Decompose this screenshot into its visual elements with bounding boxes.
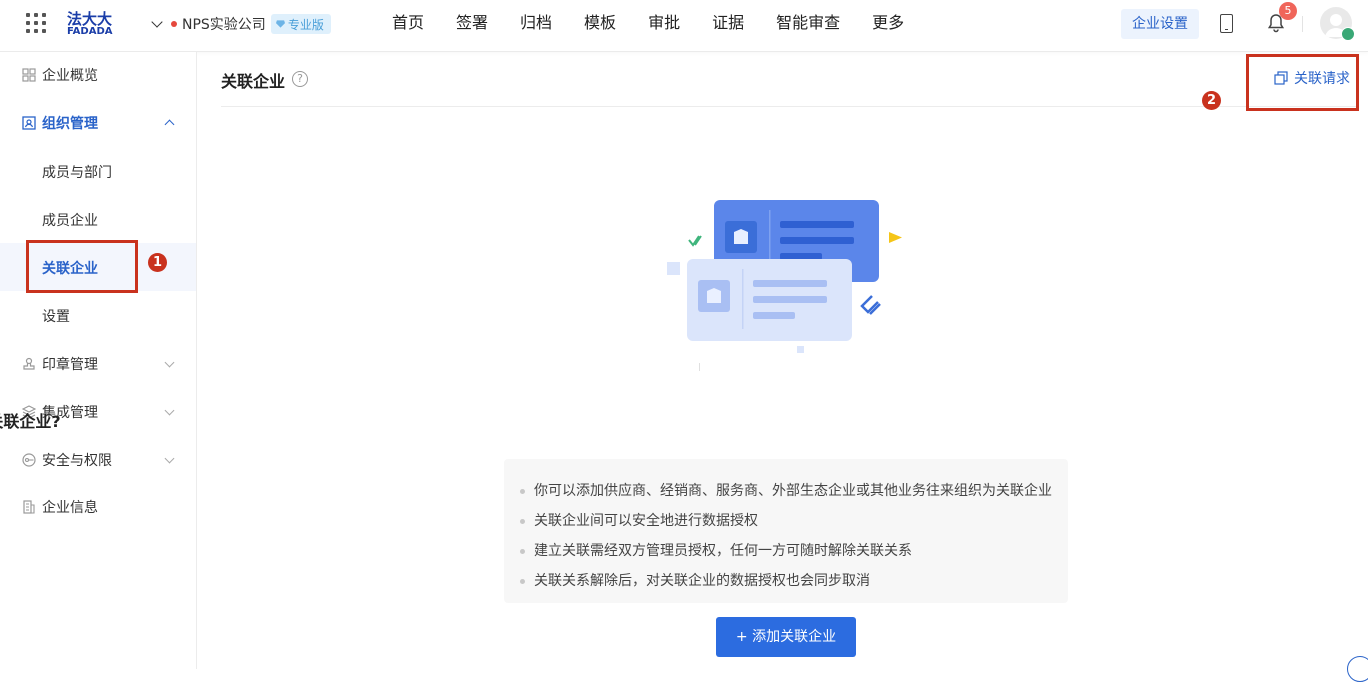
top-header: 法大大 FADADA NPS实验公司 专业版 首页 签署 归档 模板 审批 证据… [0,0,1368,52]
annotation-number-1: 1 [148,253,167,272]
nav-approval[interactable]: 审批 [648,0,680,46]
diamond-icon [275,20,285,28]
security-icon [22,453,36,467]
help-icon[interactable]: ? [292,71,308,87]
sidebar-item-label: 设置 [42,309,70,325]
nav-sign[interactable]: 签署 [456,0,488,46]
annotation-box-2 [1246,54,1359,111]
company-name: NPS实验公司 [182,17,266,33]
sidebar-item-label: 成员企业 [42,213,98,229]
sidebar-item-member-companies[interactable]: 成员企业 [0,195,196,243]
nav-evidence[interactable]: 证据 [712,0,744,46]
info-line: 你可以添加供应商、经销商、服务商、外部生态企业或其他业务往来组织为关联企业 [520,476,1052,506]
building-icon [23,500,35,514]
nav-template[interactable]: 模板 [584,0,616,46]
sidebar-item-label: 安全与权限 [42,453,112,469]
sidebar-item-label: 成员与部门 [42,165,112,181]
info-line: 关联关系解除后，对关联企业的数据授权也会同步取消 [520,566,1052,596]
nav-more[interactable]: 更多 [872,0,904,46]
seal-icon [23,357,35,370]
app-grid-icon[interactable] [26,13,46,33]
enterprise-settings-button[interactable]: 企业设置 [1121,9,1199,39]
page-title: 关联企业 [221,72,286,91]
chevron-down-icon [151,16,163,28]
info-line: 关联企业间可以安全地进行数据授权 [520,506,1052,536]
annotation-box-1 [26,240,138,293]
sidebar-item-label: 印章管理 [42,357,98,373]
sidebar-item-org[interactable]: 组织管理 [0,101,196,145]
sidebar-item-label: 组织管理 [42,116,98,132]
mobile-icon[interactable] [1220,14,1233,33]
sidebar-item-label: 企业概览 [42,68,98,84]
info-line: 建立关联需经双方管理员授权，任何一方可随时解除关联关系 [520,536,1052,566]
chevron-up-icon [164,119,175,130]
sidebar: 企业概览 组织管理 成员与部门 成员企业 关联企业 设置 印章管理 集成管理 安… [0,52,197,669]
header-divider [1302,16,1303,32]
verified-shield-icon [1341,27,1355,41]
sidebar-item-security[interactable]: 安全与权限 [0,438,196,482]
support-icon[interactable] [1347,656,1368,682]
related-companies-illustration [667,200,902,371]
org-icon [22,116,36,130]
dashboard-icon [22,68,36,82]
edition-badge-label: 专业版 [287,17,324,32]
company-switcher[interactable]: NPS实验公司 专业版 [151,13,331,35]
chevron-down-icon [164,357,175,367]
annotation-number-2: 2 [1202,91,1221,110]
notification-badge: 5 [1279,2,1297,20]
logo[interactable]: 法大大 FADADA [67,10,117,38]
edition-badge: 专业版 [270,14,331,34]
logo-text-en: FADADA [67,26,113,37]
nav-home[interactable]: 首页 [392,0,424,46]
sidebar-item-settings[interactable]: 设置 [0,291,196,339]
nav-archive[interactable]: 归档 [520,0,552,46]
add-related-company-button[interactable]: + 添加关联企业 [716,617,856,657]
main-nav: 首页 签署 归档 模板 审批 证据 智能审查 更多 [392,0,936,46]
chevron-down-icon [164,453,175,463]
sidebar-item-overview[interactable]: 企业概览 [0,53,196,97]
what-is-title: 什么是关联企业? [0,412,61,431]
title-divider [221,106,1356,107]
nav-smart-review[interactable]: 智能审查 [776,0,840,46]
sidebar-item-members-departments[interactable]: 成员与部门 [0,147,196,195]
info-box: 你可以添加供应商、经销商、服务商、外部生态企业或其他业务往来组织为关联企业 关联… [504,459,1068,603]
sidebar-item-company-info[interactable]: 企业信息 [0,485,196,529]
sidebar-item-label: 企业信息 [42,500,98,516]
status-dot [171,21,177,27]
sidebar-item-seal[interactable]: 印章管理 [0,342,196,386]
